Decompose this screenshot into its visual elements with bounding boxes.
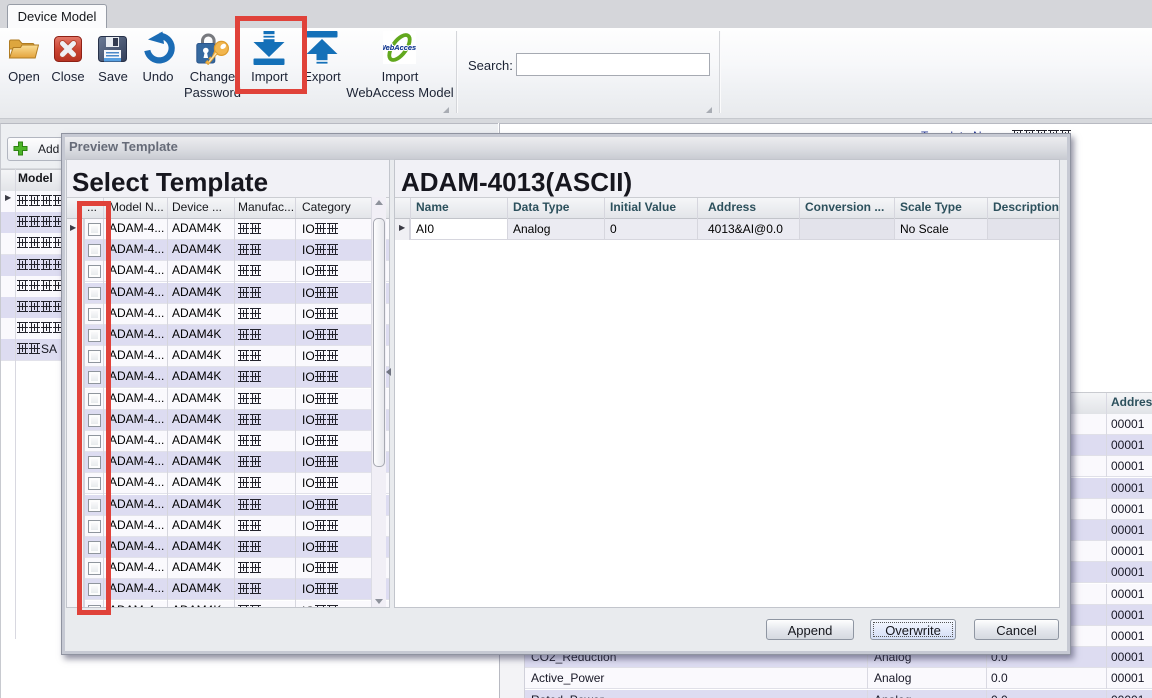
svg-text:WebAccess: WebAccess <box>383 43 416 52</box>
